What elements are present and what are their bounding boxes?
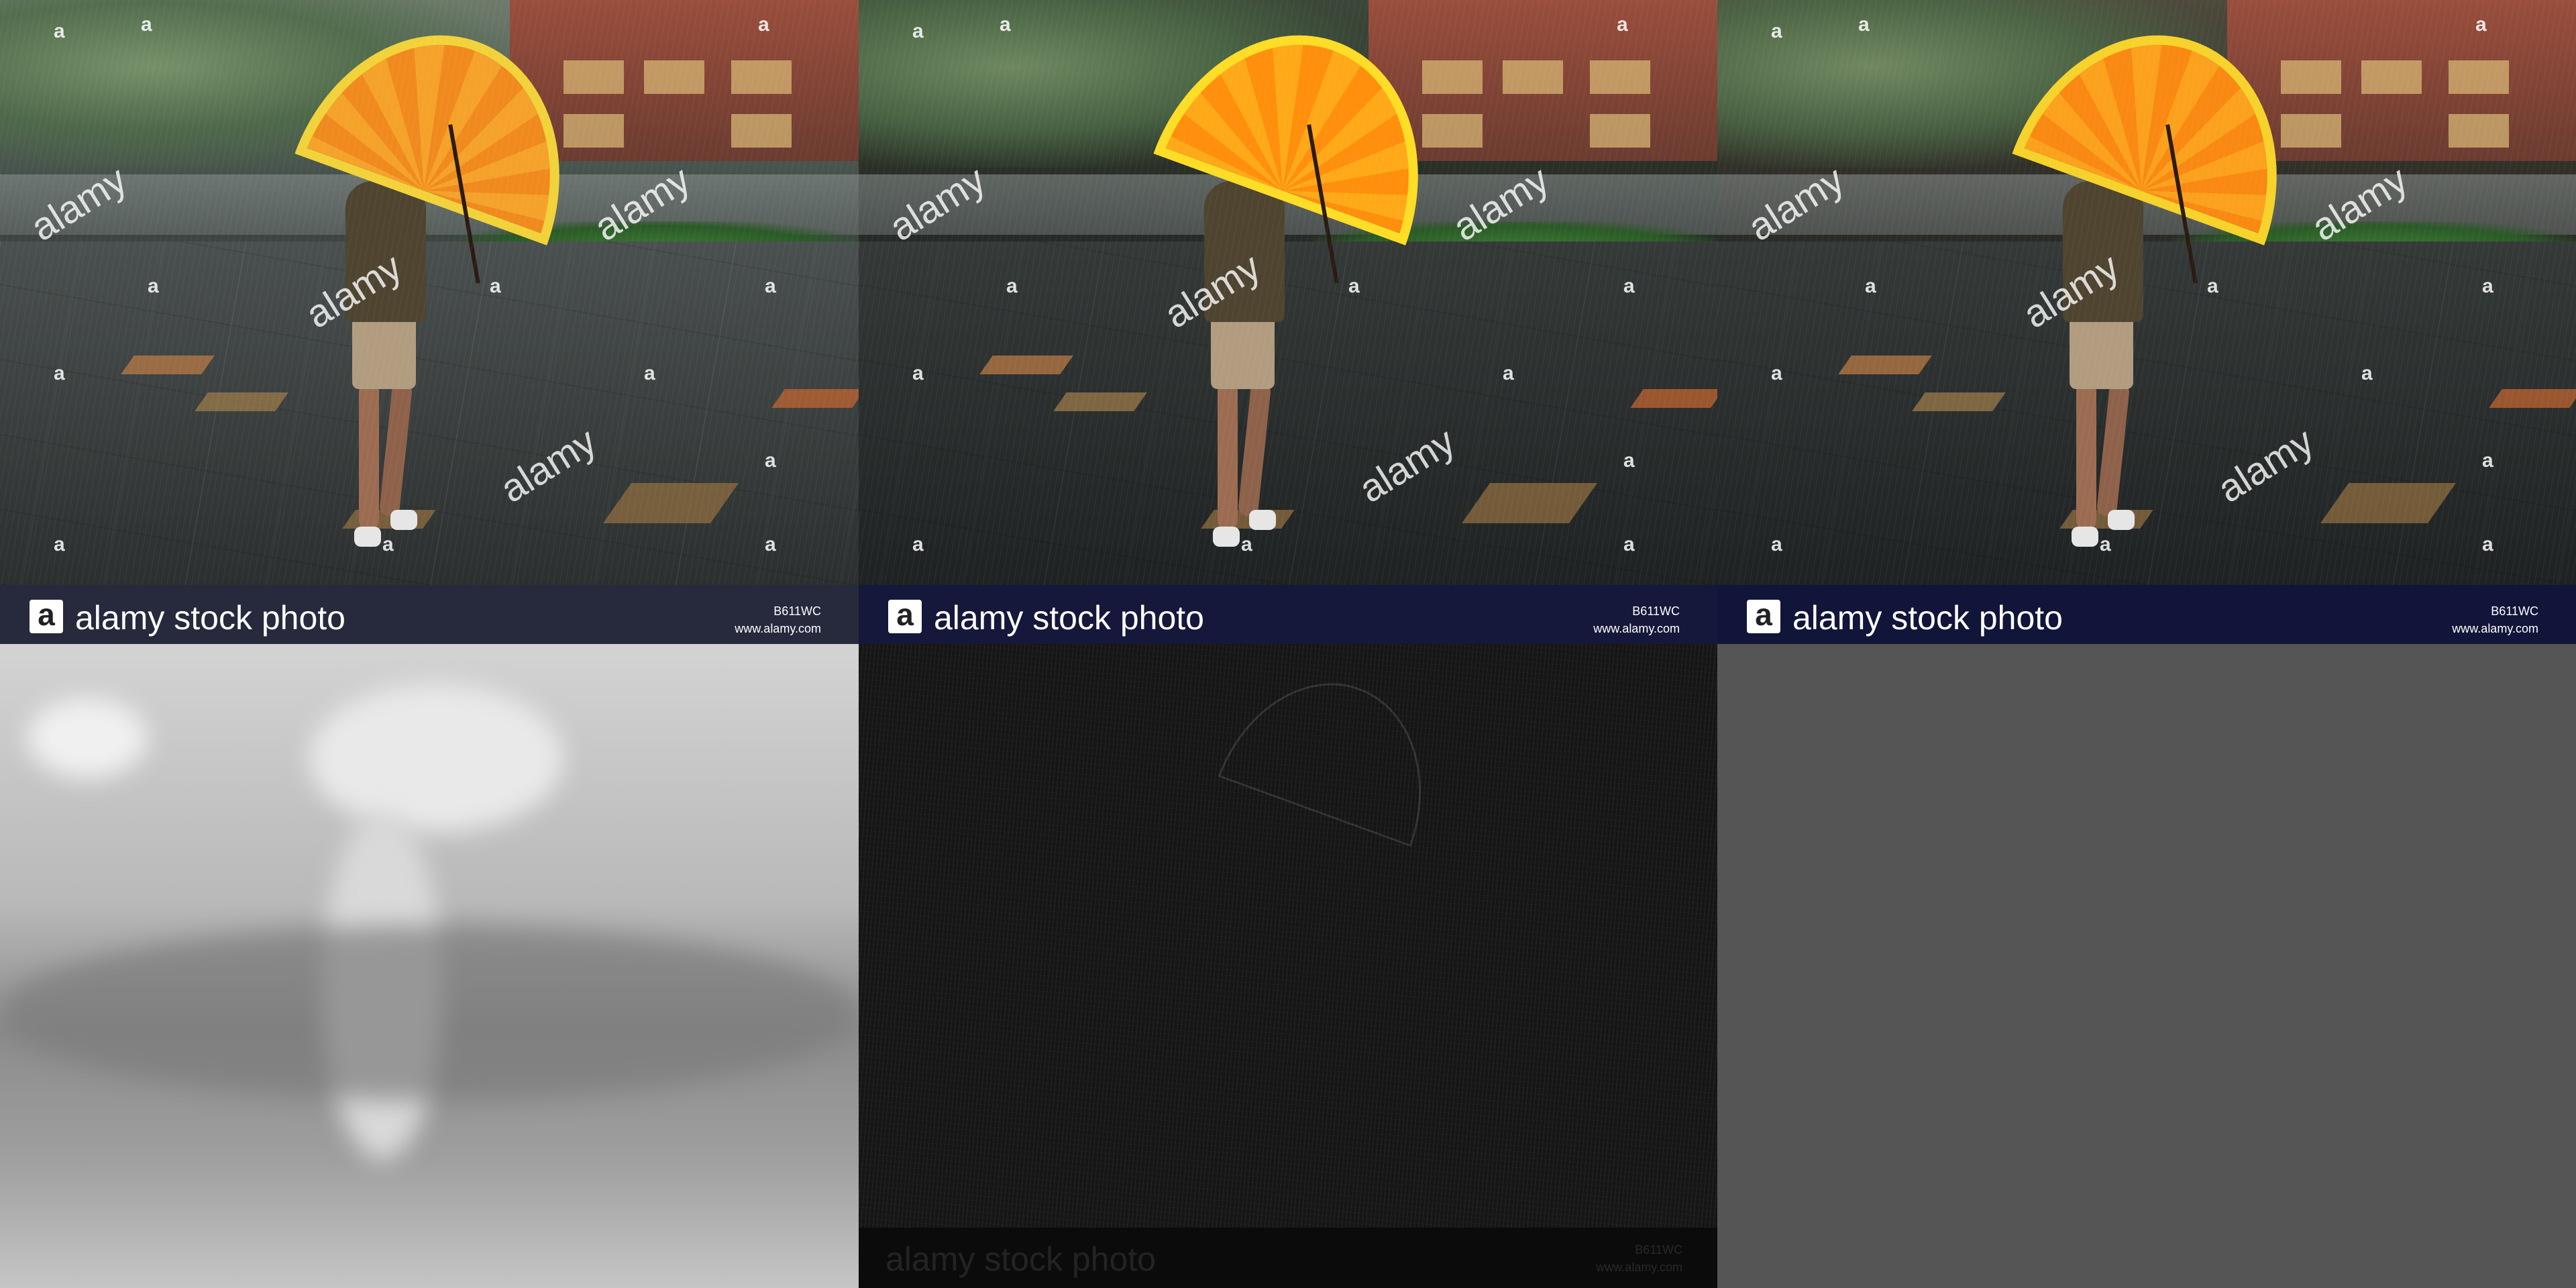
rain — [1717, 0, 2576, 585]
edge-brand-text: alamy stock photo — [885, 1240, 1156, 1278]
watermark-glyph: a — [490, 275, 501, 297]
street-scene: a a a a a a a a a a a a alamy alamy alam… — [859, 0, 1717, 585]
watermark-glyph: a — [2475, 13, 2487, 36]
watermark-glyph: a — [765, 275, 776, 297]
mid-depth-band — [0, 926, 859, 1100]
image-code: B611WC www.alamy.com — [2452, 602, 2538, 637]
watermark-glyph: a — [1503, 362, 1514, 384]
edge-map-panel: alamy stock photo B611WC www.alamy.com — [859, 644, 1717, 1288]
image-id: B611WC — [2491, 604, 2538, 618]
watermark-glyph: a — [382, 533, 394, 555]
alamy-banner: a alamy stock photo B611WC www.alamy.com — [859, 585, 1717, 644]
image-code: B611WC www.alamy.com — [735, 602, 821, 637]
rain — [0, 0, 859, 585]
site-url: www.alamy.com — [1593, 622, 1680, 635]
brand-text: alamy stock photo — [75, 599, 345, 637]
watermark-glyph: a — [2482, 275, 2493, 297]
watermark-glyph: a — [1771, 20, 1782, 42]
watermark-glyph: a — [758, 13, 769, 36]
rain — [859, 0, 1717, 585]
watermark-glyph: a — [1771, 362, 1782, 384]
watermark-glyph: a — [2100, 533, 2111, 555]
alamy-banner: a alamy stock photo B611WC www.alamy.com — [1717, 585, 2576, 644]
watermark-glyph: a — [912, 533, 924, 555]
watermark-glyph: a — [912, 20, 924, 42]
watermark-glyph: a — [2361, 362, 2373, 384]
depth-map-panel — [0, 644, 859, 1288]
edge-site-url: www.alamy.com — [1596, 1260, 1682, 1274]
edge-image-id: B611WC — [1635, 1243, 1682, 1256]
watermark-glyph: a — [1865, 275, 1876, 297]
alamy-logo-icon: a — [888, 599, 922, 633]
watermark-glyph: a — [1006, 275, 1018, 297]
image-id: B611WC — [1632, 604, 1680, 618]
watermark-glyph: a — [1623, 449, 1635, 472]
watermark-glyph: a — [148, 275, 159, 297]
watermark-glyph: a — [1000, 13, 1011, 36]
watermark-glyph: a — [2207, 275, 2218, 297]
watermark-glyph: a — [1771, 533, 1782, 555]
watermark-glyph: a — [54, 20, 65, 42]
photo-panel-enhanced: a a a a a a a a a a a a alamy alamy alam… — [859, 0, 1717, 644]
watermark-glyph: a — [765, 449, 776, 472]
edge-banner: alamy stock photo B611WC www.alamy.com — [859, 1228, 1717, 1288]
watermark-glyph: a — [1348, 275, 1360, 297]
watermark-glyph: a — [765, 533, 776, 555]
street-scene: a a a a a a a a a a a a alamy alamy alam… — [0, 0, 859, 585]
edge-image-code: B611WC www.alamy.com — [1596, 1241, 1682, 1276]
watermark-glyph: a — [1241, 533, 1252, 555]
watermark-glyph: a — [2482, 449, 2493, 472]
watermark-glyph: a — [1617, 13, 1628, 36]
bright-depth-blob — [27, 698, 148, 778]
photo-panel-original: a a a a a a a a a a a a alamy alamy alam… — [0, 0, 859, 644]
brand-text: alamy stock photo — [1792, 599, 2063, 637]
watermark-glyph: a — [1623, 275, 1635, 297]
alamy-banner: a alamy stock photo B611WC www.alamy.com — [0, 585, 859, 644]
image-id: B611WC — [773, 604, 821, 618]
photo-panel-warm: a a a a a a a a a a a a alamy alamy alam… — [1717, 0, 2576, 644]
image-grid: a a a a a a a a a a a a alamy alamy alam… — [0, 0, 2576, 1288]
watermark-glyph: a — [1623, 533, 1635, 555]
watermark-glyph: a — [1858, 13, 1870, 36]
street-scene: a a a a a a a a a a a a alamy alamy alam… — [1717, 0, 2576, 585]
site-url: www.alamy.com — [2452, 622, 2538, 635]
alamy-logo-icon: a — [1747, 599, 1780, 633]
watermark-glyph: a — [912, 362, 924, 384]
brand-text: alamy stock photo — [934, 599, 1204, 637]
watermark-glyph: a — [141, 13, 152, 36]
watermark-glyph: a — [54, 533, 65, 555]
umbrella-depth-blob — [309, 684, 564, 832]
blank-panel — [1717, 644, 2576, 1288]
watermark-glyph: a — [2482, 533, 2493, 555]
site-url: www.alamy.com — [735, 622, 821, 635]
alamy-logo-icon: a — [30, 599, 63, 633]
watermark-glyph: a — [54, 362, 65, 384]
watermark-glyph: a — [644, 362, 655, 384]
image-code: B611WC www.alamy.com — [1593, 602, 1680, 637]
